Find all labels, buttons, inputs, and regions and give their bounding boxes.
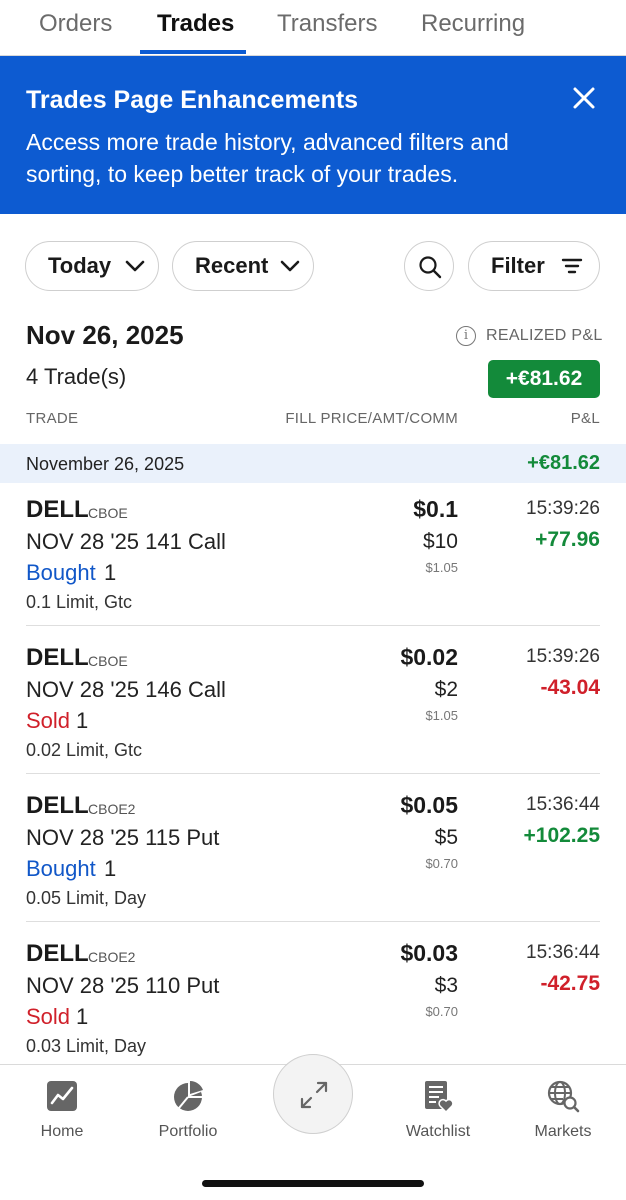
period-dropdown-label: Today xyxy=(48,253,112,278)
row-divider xyxy=(26,921,600,922)
nav-portfolio-label: Portfolio xyxy=(158,1123,218,1140)
trade-row[interactable]: DELL CBOE NOV 28 '25 146 Call Sold 1 0.0… xyxy=(0,632,626,780)
trade-symbol: DELL xyxy=(26,644,89,671)
trade-exchange: CBOE xyxy=(88,653,128,669)
nav-home-label: Home xyxy=(40,1123,84,1140)
trade-row[interactable]: DELL CBOE NOV 28 '25 141 Call Bought 1 0… xyxy=(0,484,626,632)
globe-search-icon xyxy=(547,1080,580,1113)
trade-order-type: 0.1 Limit, Gtc xyxy=(26,592,133,612)
nav-markets[interactable]: Markets xyxy=(508,1065,618,1155)
trade-qty: 1 xyxy=(76,1004,89,1029)
column-header-pl: P&L xyxy=(570,410,600,427)
trade-contract: NOV 28 '25 110 Put xyxy=(26,973,220,998)
filter-button-label: Filter xyxy=(491,253,545,278)
trade-time: 15:36:44 xyxy=(526,942,600,963)
trade-qty: 1 xyxy=(104,856,117,881)
trade-fill-price: $0.05 xyxy=(400,792,458,818)
trade-commission: $0.70 xyxy=(425,1004,458,1019)
trade-commission: $0.70 xyxy=(425,856,458,871)
realized-pl-badge: +€81.62 xyxy=(488,360,600,398)
tab-transfers[interactable]: Transfers xyxy=(277,10,377,38)
close-banner-button[interactable] xyxy=(568,82,600,114)
trade-order-type: 0.02 Limit, Gtc xyxy=(26,740,143,760)
chevron-down-icon xyxy=(280,260,300,272)
column-header-fill: FILL PRICE/AMT/COMM xyxy=(285,410,458,427)
trade-exchange: CBOE2 xyxy=(88,801,136,817)
trade-row[interactable]: DELL CBOE2 NOV 28 '25 115 Put Bought 1 0… xyxy=(0,780,626,928)
row-divider xyxy=(26,773,600,774)
trade-amount: $10 xyxy=(422,530,458,553)
group-pl: +€81.62 xyxy=(527,452,600,474)
trade-commission: $1.05 xyxy=(425,560,458,575)
realized-pl-label: REALIZED P&L xyxy=(486,327,603,344)
banner-title: Trades Page Enhancements xyxy=(26,86,359,114)
trade-amount: $5 xyxy=(434,826,458,849)
period-dropdown[interactable]: Today xyxy=(25,241,159,291)
trade-commission: $1.05 xyxy=(425,708,458,723)
trade-pl: +102.25 xyxy=(523,824,601,847)
tab-orders[interactable]: Orders xyxy=(39,10,112,38)
column-header-trade: TRADE xyxy=(26,410,79,427)
enhancements-banner: Trades Page Enhancements Access more tra… xyxy=(0,56,626,214)
trade-pl: -43.04 xyxy=(540,676,600,699)
trade-exchange: CBOE xyxy=(88,505,128,521)
home-indicator xyxy=(202,1180,424,1187)
search-button[interactable] xyxy=(404,241,454,291)
trade-qty: 1 xyxy=(104,560,117,585)
filter-lines-icon xyxy=(561,258,583,274)
trade-fill-price: $0.1 xyxy=(413,496,458,522)
trades-count: 4 Trade(s) xyxy=(26,364,127,389)
trade-fill-price: $0.02 xyxy=(400,644,458,670)
top-tabs: Orders Trades Transfers Recurring xyxy=(0,0,626,56)
trade-order-type: 0.03 Limit, Day xyxy=(26,1036,147,1056)
trade-symbol: DELL xyxy=(26,940,89,967)
pie-chart-icon xyxy=(174,1081,203,1111)
nav-markets-label: Markets xyxy=(534,1123,592,1140)
trade-symbol: DELL xyxy=(26,496,89,523)
summary-date: Nov 26, 2025 xyxy=(26,320,184,350)
trade-side: Bought xyxy=(26,560,96,585)
nav-watchlist[interactable]: Watchlist xyxy=(383,1065,493,1155)
trade-side: Sold xyxy=(26,708,71,733)
trade-exchange: CBOE2 xyxy=(88,949,136,965)
quick-trade-button[interactable] xyxy=(273,1054,353,1134)
sort-dropdown[interactable]: Recent xyxy=(172,241,314,291)
nav-portfolio[interactable]: Portfolio xyxy=(133,1065,243,1155)
filter-button[interactable]: Filter xyxy=(468,241,600,291)
nav-home[interactable]: Home xyxy=(7,1065,117,1155)
trade-pl: -42.75 xyxy=(540,972,600,995)
trade-side: Sold xyxy=(26,1004,71,1029)
tab-recurring[interactable]: Recurring xyxy=(421,10,525,38)
row-divider xyxy=(26,625,600,626)
nav-watchlist-label: Watchlist xyxy=(405,1123,471,1140)
trade-contract: NOV 28 '25 115 Put xyxy=(26,825,220,850)
active-tab-indicator xyxy=(140,50,246,54)
sort-dropdown-label: Recent xyxy=(195,253,269,278)
chevron-down-icon xyxy=(125,260,145,272)
trade-amount: $2 xyxy=(434,678,458,701)
trade-side: Bought xyxy=(26,856,96,881)
banner-text: Access more trade history, advanced filt… xyxy=(26,129,509,187)
trade-contract: NOV 28 '25 141 Call xyxy=(26,529,226,554)
trade-amount: $3 xyxy=(434,974,458,997)
search-icon xyxy=(419,256,442,279)
tab-trades[interactable]: Trades xyxy=(157,10,234,38)
watchlist-icon xyxy=(425,1081,454,1113)
close-icon xyxy=(573,87,595,109)
trade-qty: 1 xyxy=(76,708,89,733)
trade-symbol: DELL xyxy=(26,792,89,819)
date-group-header: November 26, 2025 +€81.62 xyxy=(0,444,626,483)
trade-order-type: 0.05 Limit, Day xyxy=(26,888,147,908)
trade-pl: +77.96 xyxy=(535,528,600,551)
group-date: November 26, 2025 xyxy=(26,454,185,474)
trade-time: 15:36:44 xyxy=(526,794,600,815)
trade-contract: NOV 28 '25 146 Call xyxy=(26,677,226,702)
trade-time: 15:39:26 xyxy=(526,646,600,667)
expand-arrows-icon xyxy=(300,1081,328,1109)
trade-time: 15:39:26 xyxy=(526,498,600,519)
trade-fill-price: $0.03 xyxy=(400,940,458,966)
home-chart-icon xyxy=(47,1081,77,1111)
info-icon[interactable]: i xyxy=(456,326,476,346)
